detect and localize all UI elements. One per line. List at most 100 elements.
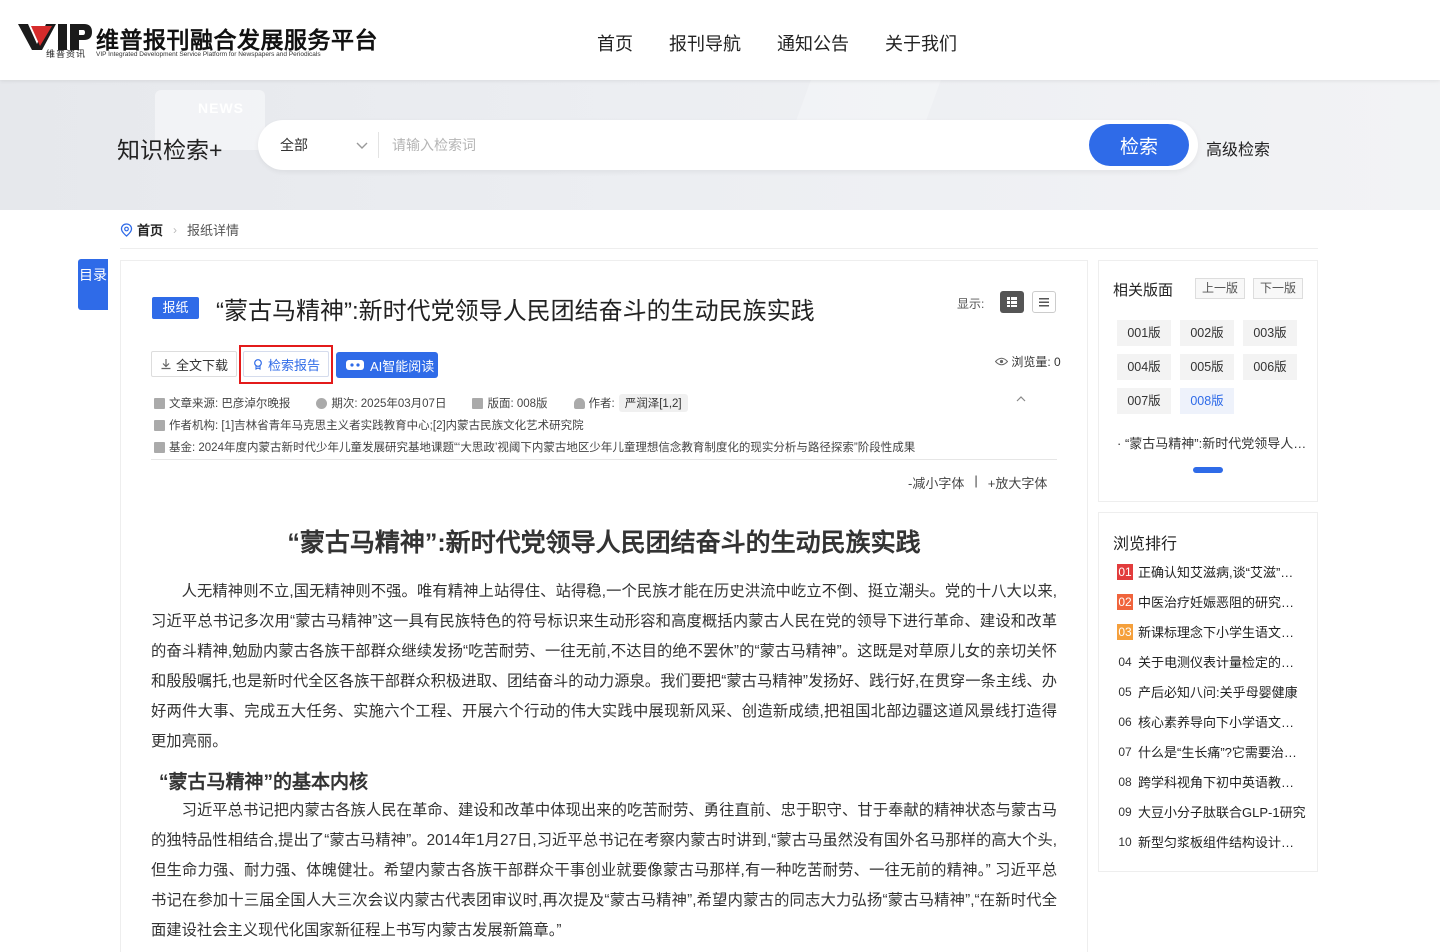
page-version-button[interactable]: 007版 bbox=[1117, 388, 1171, 414]
related-pages-panel: 相关版面 上一版 下一版 001版 002版 003版 004版 005版 00… bbox=[1098, 260, 1318, 502]
download-icon bbox=[161, 359, 171, 370]
page-version-button[interactable]: 002版 bbox=[1180, 320, 1234, 346]
related-article-link[interactable]: · “蒙古马精神”:新时代党领导人民团结奋斗的生动民族实践 bbox=[1117, 433, 1307, 452]
ranking-number: 07 bbox=[1118, 744, 1132, 759]
search-category-select[interactable]: 全部 bbox=[280, 135, 308, 155]
user-icon bbox=[573, 397, 585, 409]
author-chip[interactable]: 严润泽[1,2] bbox=[618, 394, 688, 412]
breadcrumb: 首页 › 报纸详情 bbox=[120, 220, 239, 239]
ranking-item-title: 什么是“生长痛”?它需要治疗吗 bbox=[1138, 745, 1306, 760]
nav-about-us[interactable]: 关于我们 bbox=[885, 30, 957, 56]
nav-journal-navigation[interactable]: 报刊导航 bbox=[669, 30, 741, 56]
chevron-down-icon[interactable] bbox=[352, 135, 372, 155]
search-input[interactable] bbox=[392, 132, 1082, 158]
meta-org: 作者机构: [1]吉林省青年马克思主义者实践教育中心;[2]内蒙古民族文化艺术研… bbox=[169, 420, 584, 432]
banner-news-text: NEWS bbox=[198, 100, 244, 116]
display-mode-label: 显示: bbox=[957, 297, 985, 311]
ranking-item[interactable]: 02 中医治疗妊娠恶阻的研究进展 bbox=[1117, 592, 1307, 611]
logo-english-name: VIP Integrated Development Service Platf… bbox=[96, 51, 321, 58]
increase-font-button[interactable]: +放大字体 bbox=[988, 473, 1048, 492]
page-version-button[interactable]: 006版 bbox=[1243, 354, 1297, 380]
font-control-separator: | bbox=[974, 473, 978, 488]
ranking-number: 04 bbox=[1118, 654, 1132, 669]
meta-author-group: 作者: 严润泽[1,2] bbox=[573, 394, 688, 412]
logo-title: 维普报刊融合发展服务平台 bbox=[96, 28, 378, 54]
type-badge: 报纸 bbox=[152, 297, 199, 319]
view-count-label: 浏览量: 0 bbox=[1011, 355, 1061, 369]
chevron-up-icon[interactable] bbox=[1015, 395, 1027, 403]
ranking-item-title: 关于电测仪表计量检定的研究 bbox=[1138, 655, 1306, 670]
page-version-button-active[interactable]: 008版 bbox=[1180, 388, 1234, 414]
font-size-control: -减小字体 | +放大字体 bbox=[908, 473, 1047, 492]
nav-home[interactable]: 首页 bbox=[597, 30, 633, 56]
decrease-font-button[interactable]: -减小字体 bbox=[908, 473, 964, 492]
download-label: 全文下载 bbox=[176, 357, 229, 373]
clock-icon bbox=[316, 397, 328, 409]
building-icon bbox=[154, 419, 165, 431]
ranking-number: 08 bbox=[1118, 774, 1132, 789]
page-version-button[interactable]: 003版 bbox=[1243, 320, 1297, 346]
article-paragraph: 人无精神则不立,国无精神则不强。唯有精神上站得住、站得稳,一个民族才能在历史洪流… bbox=[151, 583, 1057, 750]
ranking-item-title: 中医治疗妊娠恶阻的研究进展 bbox=[1138, 595, 1306, 610]
carousel-indicator[interactable] bbox=[1193, 467, 1223, 473]
knowledge-search-title: 知识检索+ bbox=[117, 137, 223, 163]
ranking-item[interactable]: 05 产后必知八问:关乎母婴健康 bbox=[1117, 682, 1307, 701]
advanced-search-link[interactable]: 高级检索 bbox=[1206, 136, 1270, 160]
toc-tab[interactable]: 目录 bbox=[78, 259, 108, 310]
grid-view-icon[interactable] bbox=[1000, 291, 1024, 313]
page-version-button[interactable]: 001版 bbox=[1117, 320, 1171, 346]
fund-icon bbox=[154, 441, 165, 453]
ranking-item[interactable]: 07 什么是“生长痛”?它需要治疗吗 bbox=[1117, 742, 1307, 761]
ranking-item[interactable]: 10 新型匀浆板组件结构设计研究 bbox=[1117, 832, 1307, 851]
search-report-label: 检索报告 bbox=[268, 357, 321, 373]
previous-page-button[interactable]: 上一版 bbox=[1195, 278, 1245, 299]
article-body-title: “蒙古马精神”:新时代党领导人民团结奋斗的生动民族实践 bbox=[287, 529, 921, 557]
ranking-number: 02 bbox=[1117, 593, 1133, 610]
meta-issue-group: 期次: 2025年03月07日 bbox=[316, 395, 446, 411]
eye-icon bbox=[994, 357, 1009, 366]
meta-page: 版面: 008版 bbox=[487, 398, 548, 410]
browse-ranking-panel: 浏览排行 01 正确认知艾滋病,谈“艾滋”不色变 02 中医治疗妊娠恶阻的研究进展 03… bbox=[1098, 512, 1318, 872]
top-bar: 维普资讯 维普报刊融合发展服务平台 VIP Integrated Develop… bbox=[0, 0, 1440, 80]
search-divider bbox=[378, 132, 379, 158]
search-report-button[interactable]: 检索报告 bbox=[243, 351, 330, 377]
ranking-item[interactable]: 01 正确认知艾滋病,谈“艾滋”不色变 bbox=[1117, 562, 1307, 581]
logo-subtitle: 维普资讯 bbox=[46, 49, 87, 59]
ranking-item[interactable]: 04 关于电测仪表计量检定的研究 bbox=[1117, 652, 1307, 671]
ranking-item-title: 跨学科视角下初中英语教学探究 bbox=[1138, 775, 1306, 790]
ranking-item[interactable]: 06 核心素养导向下小学语文教学策略 bbox=[1117, 712, 1307, 731]
ranking-number: 01 bbox=[1117, 563, 1133, 580]
nav-announcements[interactable]: 通知公告 bbox=[777, 30, 849, 56]
ranking-item-title: 新课标理念下小学生语文阅读能力培养 bbox=[1138, 625, 1306, 640]
page-version-button[interactable]: 004版 bbox=[1117, 354, 1171, 380]
ranking-item[interactable]: 08 跨学科视角下初中英语教学探究 bbox=[1117, 772, 1307, 791]
related-pages-title: 相关版面 bbox=[1113, 282, 1174, 299]
robot-icon bbox=[346, 360, 364, 370]
chevron-right-icon: › bbox=[173, 222, 178, 237]
search-banner: NEWS 知识检索+ 全部 检索 高级检索 bbox=[0, 80, 1440, 210]
download-fulltext-button[interactable]: 全文下载 bbox=[151, 351, 238, 377]
list-view-icon[interactable] bbox=[1032, 291, 1056, 313]
article-panel: 报纸 “蒙古马精神”:新时代党领导人民团结奋斗的生动民族实践 显示: 全文下载 … bbox=[120, 260, 1088, 952]
ranking-item[interactable]: 09 大豆小分子肽联合GLP-1研究 bbox=[1117, 802, 1307, 821]
meta-divider bbox=[151, 459, 1057, 460]
search-button[interactable]: 检索 bbox=[1089, 124, 1189, 166]
report-icon bbox=[254, 359, 262, 370]
list-icon bbox=[472, 397, 484, 409]
view-count: 浏览量: 0 bbox=[994, 353, 1061, 370]
meta-row-fund: 基金: 2024年度内蒙古新时代少年儿童发展研究基地课题“‘大思政’视阈下内蒙古… bbox=[154, 439, 915, 455]
site-logo[interactable]: 维普资讯 维普报刊融合发展服务平台 VIP Integrated Develop… bbox=[18, 20, 378, 62]
ranking-number: 10 bbox=[1118, 834, 1132, 849]
ranking-number: 09 bbox=[1118, 804, 1132, 819]
page-version-button[interactable]: 005版 bbox=[1180, 354, 1234, 380]
ai-reading-button[interactable]: AI智能阅读 bbox=[336, 352, 438, 378]
meta-page-group: 版面: 008版 bbox=[472, 395, 548, 411]
meta-author-label: 作者: bbox=[588, 398, 615, 410]
ranking-item[interactable]: 03 新课标理念下小学生语文阅读能力培养 bbox=[1117, 622, 1307, 641]
ranking-number: 06 bbox=[1118, 714, 1132, 729]
next-page-button[interactable]: 下一版 bbox=[1253, 278, 1303, 299]
ranking-number: 05 bbox=[1118, 684, 1132, 699]
breadcrumb-home[interactable]: 首页 bbox=[137, 220, 163, 239]
ranking-number: 03 bbox=[1117, 623, 1133, 640]
main-nav: 首页 报刊导航 通知公告 关于我们 bbox=[597, 30, 993, 56]
